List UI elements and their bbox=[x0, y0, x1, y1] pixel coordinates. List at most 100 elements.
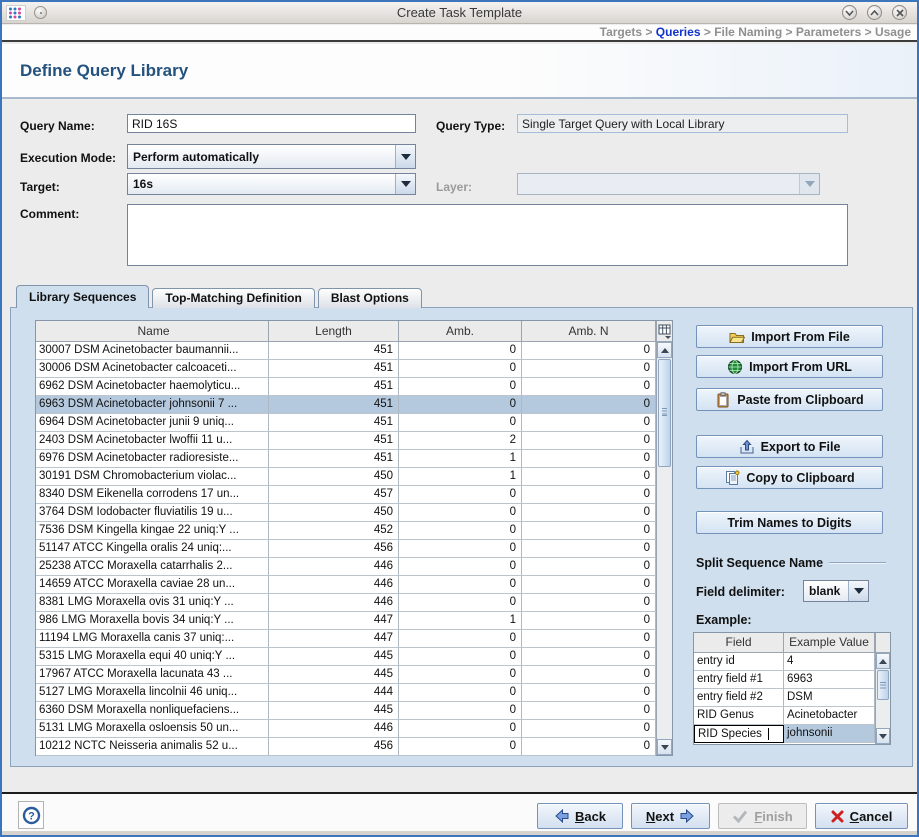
table-row[interactable]: 6963 DSM Acinetobacter johnsonii 7 ... 4… bbox=[36, 396, 656, 414]
table-row[interactable]: 51147 ATCC Kingella oralis 24 uniq:... 4… bbox=[36, 540, 656, 558]
help-button[interactable]: ? bbox=[18, 801, 44, 829]
scroll-down-icon[interactable] bbox=[657, 739, 672, 755]
export-icon bbox=[739, 439, 755, 455]
cell-field[interactable]: entry field #1 bbox=[694, 671, 784, 689]
tab[interactable]: Library Sequences bbox=[16, 285, 149, 308]
cancel-button[interactable]: Cancel bbox=[815, 803, 908, 829]
example-row[interactable]: RID Species johnsonii bbox=[694, 725, 875, 743]
table-row[interactable]: 5127 LMG Moraxella lincolnii 46 uniq... … bbox=[36, 684, 656, 702]
table-row[interactable]: 8381 LMG Moraxella ovis 31 uniq:Y ... 44… bbox=[36, 594, 656, 612]
breadcrumb-item[interactable]: Usage bbox=[875, 25, 911, 39]
cell-length: 457 bbox=[269, 486, 399, 504]
tab[interactable]: Top-Matching Definition bbox=[152, 288, 314, 308]
table-row[interactable]: 8340 DSM Eikenella corrodens 17 un... 45… bbox=[36, 486, 656, 504]
maximize-button[interactable] bbox=[867, 5, 882, 20]
tab[interactable]: Blast Options bbox=[318, 288, 422, 308]
field-delimiter-select[interactable]: blank bbox=[803, 580, 869, 602]
cell-length: 451 bbox=[269, 342, 399, 360]
column-header-field[interactable]: Field bbox=[694, 633, 784, 653]
table-row[interactable]: 10212 NCTC Neisseria animalis 52 u... 45… bbox=[36, 738, 656, 756]
column-header-amb-n[interactable]: Amb. N bbox=[522, 321, 656, 342]
cell-name: 30191 DSM Chromobacterium violac... bbox=[36, 468, 269, 486]
breadcrumb-item[interactable]: Queries > bbox=[656, 25, 714, 39]
cell-name: 3764 DSM Iodobacter fluviatilis 19 u... bbox=[36, 504, 269, 522]
breadcrumb-item[interactable]: Targets > bbox=[600, 25, 656, 39]
minimize-button[interactable] bbox=[842, 5, 857, 20]
column-header-example-value[interactable]: Example Value bbox=[784, 633, 875, 653]
cell-name: 51147 ATCC Kingella oralis 24 uniq:... bbox=[36, 540, 269, 558]
cell-length: 451 bbox=[269, 360, 399, 378]
table-row[interactable]: 6976 DSM Acinetobacter radioresiste... 4… bbox=[36, 450, 656, 468]
back-button[interactable]: Back bbox=[537, 803, 623, 829]
table-row[interactable]: 5131 LMG Moraxella osloensis 50 un... 44… bbox=[36, 720, 656, 738]
table-row[interactable]: 14659 ATCC Moraxella caviae 28 un... 446… bbox=[36, 576, 656, 594]
execution-mode-label: Execution Mode: bbox=[20, 151, 116, 165]
cell-field[interactable]: entry field #2 bbox=[694, 689, 784, 707]
cell-name: 986 LMG Moraxella bovis 34 uniq:Y ... bbox=[36, 612, 269, 630]
table-row[interactable]: 30006 DSM Acinetobacter calcoaceti... 45… bbox=[36, 360, 656, 378]
column-config-icon[interactable] bbox=[657, 321, 672, 342]
chevron-down-icon[interactable] bbox=[848, 581, 868, 601]
chevron-down-icon[interactable] bbox=[395, 174, 415, 194]
cell-amb-n: 0 bbox=[522, 342, 656, 360]
export-to-file-button[interactable]: Export to File bbox=[696, 435, 883, 458]
query-name-input[interactable] bbox=[127, 114, 416, 133]
table-row[interactable]: 7536 DSM Kingella kingae 22 uniq:Y ... 4… bbox=[36, 522, 656, 540]
breadcrumb-item[interactable]: File Naming > bbox=[714, 25, 796, 39]
cell-amb: 0 bbox=[399, 486, 522, 504]
close-button[interactable] bbox=[892, 5, 907, 20]
cell-example-value: 6963 bbox=[784, 671, 875, 689]
paste-from-clipboard-button[interactable]: Paste from Clipboard bbox=[696, 388, 883, 411]
cell-field[interactable]: entry id bbox=[694, 653, 784, 671]
cell-name: 6963 DSM Acinetobacter johnsonii 7 ... bbox=[36, 396, 269, 414]
breadcrumb-item[interactable]: Parameters > bbox=[796, 25, 875, 39]
table-scrollbar[interactable] bbox=[657, 342, 672, 755]
scroll-up-icon[interactable] bbox=[876, 653, 890, 669]
example-row[interactable]: entry field #2 DSM bbox=[694, 689, 875, 707]
cell-length: 447 bbox=[269, 612, 399, 630]
comment-label: Comment: bbox=[20, 207, 79, 221]
scroll-down-icon[interactable] bbox=[876, 728, 890, 744]
execution-mode-select[interactable]: Perform automatically bbox=[127, 144, 416, 169]
table-row[interactable]: 30191 DSM Chromobacterium violac... 450 … bbox=[36, 468, 656, 486]
window-bottom-strip bbox=[2, 831, 917, 835]
table-row[interactable]: 25238 ATCC Moraxella catarrhalis 2... 44… bbox=[36, 558, 656, 576]
table-row[interactable]: 11194 LMG Moraxella canis 37 uniq:... 44… bbox=[36, 630, 656, 648]
finish-button[interactable]: Finish bbox=[718, 803, 807, 829]
copy-to-clipboard-button[interactable]: Copy to Clipboard bbox=[696, 466, 883, 489]
example-row[interactable]: entry id 4 bbox=[694, 653, 875, 671]
column-header-amb[interactable]: Amb. bbox=[399, 321, 522, 342]
example-row[interactable]: RID Genus Acinetobacter bbox=[694, 707, 875, 725]
comment-input[interactable] bbox=[127, 204, 848, 266]
cell-name: 2403 DSM Acinetobacter lwoffii 11 u... bbox=[36, 432, 269, 450]
example-scrollbar[interactable] bbox=[875, 633, 890, 744]
cell-field[interactable]: RID Genus bbox=[694, 707, 784, 725]
table-row[interactable]: 6962 DSM Acinetobacter haemolyticu... 45… bbox=[36, 378, 656, 396]
table-row[interactable]: 6964 DSM Acinetobacter junii 9 uniq... 4… bbox=[36, 414, 656, 432]
scrollbar-thumb[interactable] bbox=[658, 359, 671, 467]
cell-amb: 1 bbox=[399, 612, 522, 630]
table-row[interactable]: 3764 DSM Iodobacter fluviatilis 19 u... … bbox=[36, 504, 656, 522]
cell-field[interactable]: RID Species bbox=[694, 725, 784, 743]
scroll-up-icon[interactable] bbox=[657, 342, 672, 358]
next-button[interactable]: Next bbox=[631, 803, 710, 829]
layer-label: Layer: bbox=[436, 180, 472, 194]
query-name-label: Query Name: bbox=[20, 119, 95, 133]
import-from-file-button[interactable]: Import From File bbox=[696, 325, 883, 348]
column-header-name[interactable]: Name bbox=[36, 321, 269, 342]
table-row[interactable]: 986 LMG Moraxella bovis 34 uniq:Y ... 44… bbox=[36, 612, 656, 630]
import-from-url-button[interactable]: Import From URL bbox=[696, 355, 883, 378]
scrollbar-thumb[interactable] bbox=[877, 670, 889, 700]
cell-amb: 0 bbox=[399, 738, 522, 756]
table-row[interactable]: 17967 ATCC Moraxella lacunata 43 ... 445… bbox=[36, 666, 656, 684]
table-row[interactable]: 6360 DSM Moraxella nonliquefaciens... 44… bbox=[36, 702, 656, 720]
table-row[interactable]: 30007 DSM Acinetobacter baumannii... 451… bbox=[36, 342, 656, 360]
target-select[interactable]: 16s bbox=[127, 173, 416, 195]
chevron-down-icon[interactable] bbox=[395, 145, 415, 168]
example-row[interactable]: entry field #1 6963 bbox=[694, 671, 875, 689]
table-row[interactable]: 2403 DSM Acinetobacter lwoffii 11 u... 4… bbox=[36, 432, 656, 450]
cell-name: 6964 DSM Acinetobacter junii 9 uniq... bbox=[36, 414, 269, 432]
trim-names-to-digits-button[interactable]: Trim Names to Digits bbox=[696, 511, 883, 534]
column-header-length[interactable]: Length bbox=[269, 321, 399, 342]
table-row[interactable]: 5315 LMG Moraxella equi 40 uniq:Y ... 44… bbox=[36, 648, 656, 666]
